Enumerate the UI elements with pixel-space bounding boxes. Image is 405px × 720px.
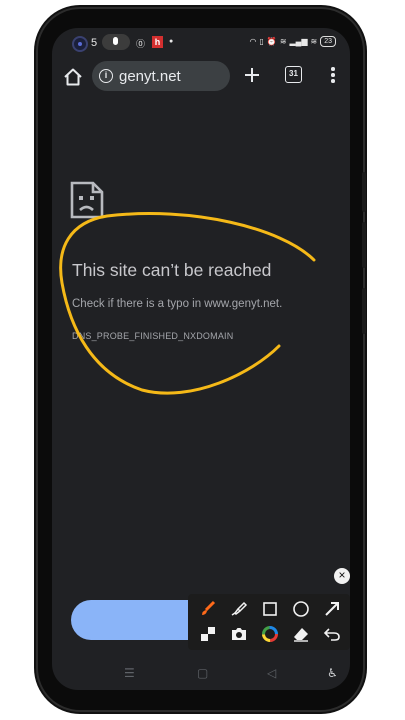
- accessibility-icon[interactable]: ♿: [327, 666, 338, 680]
- more-options-icon[interactable]: [328, 65, 338, 85]
- vibrate-icon: ▯: [259, 37, 264, 46]
- wifi-icon: ≋: [279, 37, 287, 46]
- phone-screen: 5 ⓪ h ● ◠ ▯ ⏰ ≋ ▂▄▆ ≋ 23 i genyt.net 31: [52, 28, 350, 690]
- brush-icon[interactable]: [197, 598, 219, 620]
- sad-page-icon: [70, 181, 104, 219]
- rectangle-icon[interactable]: [259, 598, 281, 620]
- signal-icon: ▂▄▆: [289, 37, 308, 46]
- status-time: 5: [91, 37, 98, 49]
- close-drawing-icon[interactable]: ×: [334, 568, 350, 584]
- color-picker-icon[interactable]: [259, 623, 281, 645]
- front-camera-icon: [72, 36, 88, 52]
- url-bar[interactable]: i genyt.net: [92, 61, 230, 91]
- battery-icon: 23: [320, 36, 336, 47]
- new-tab-icon[interactable]: [242, 65, 262, 85]
- url-text: genyt.net: [119, 68, 181, 85]
- info-icon[interactable]: i: [99, 69, 113, 83]
- error-description: Check if there is a typo in www.genyt.ne…: [72, 298, 283, 310]
- error-code: DNS_PROBE_FINISHED_NXDOMAIN: [72, 331, 234, 341]
- chat-notification-icon: ⓪: [136, 39, 146, 49]
- back-nav-icon[interactable]: ◁: [267, 666, 276, 680]
- eraser-icon[interactable]: [290, 623, 312, 645]
- drawing-toolbar: [188, 594, 350, 650]
- h-notification-icon: h: [152, 36, 163, 48]
- status-bar: 5 ⓪ h ● ◠ ▯ ⏰ ≋ ▂▄▆ ≋ 23: [52, 28, 350, 58]
- status-indicators: ◠ ▯ ⏰ ≋ ▂▄▆ ≋ 23: [249, 36, 336, 47]
- arrow-icon[interactable]: [321, 598, 343, 620]
- recent-apps-icon[interactable]: ☰: [124, 666, 135, 680]
- highlighter-icon[interactable]: [228, 598, 250, 620]
- headphones-icon: ◠: [249, 37, 257, 46]
- error-title: This site can’t be reached: [72, 260, 272, 280]
- power-button: [362, 172, 366, 212]
- mosaic-icon[interactable]: [197, 623, 219, 645]
- volume-up-button: [362, 222, 366, 268]
- tab-switcher-button[interactable]: 31: [285, 66, 302, 83]
- home-nav-icon[interactable]: ▢: [197, 666, 208, 680]
- network-speed-icon: ≋: [310, 37, 318, 46]
- navigation-bar: ☰ ▢ ◁ ♿: [52, 660, 350, 690]
- more-notifications-icon: ●: [169, 38, 174, 45]
- browser-toolbar: i genyt.net 31: [52, 58, 350, 98]
- microphone-icon: [102, 34, 130, 50]
- camera-icon[interactable]: [228, 623, 250, 645]
- circle-icon[interactable]: [290, 598, 312, 620]
- alarm-icon: ⏰: [266, 37, 277, 46]
- home-icon[interactable]: [62, 66, 84, 88]
- annotation-loop: [59, 212, 316, 395]
- undo-icon[interactable]: [321, 623, 343, 645]
- volume-down-button: [362, 288, 366, 334]
